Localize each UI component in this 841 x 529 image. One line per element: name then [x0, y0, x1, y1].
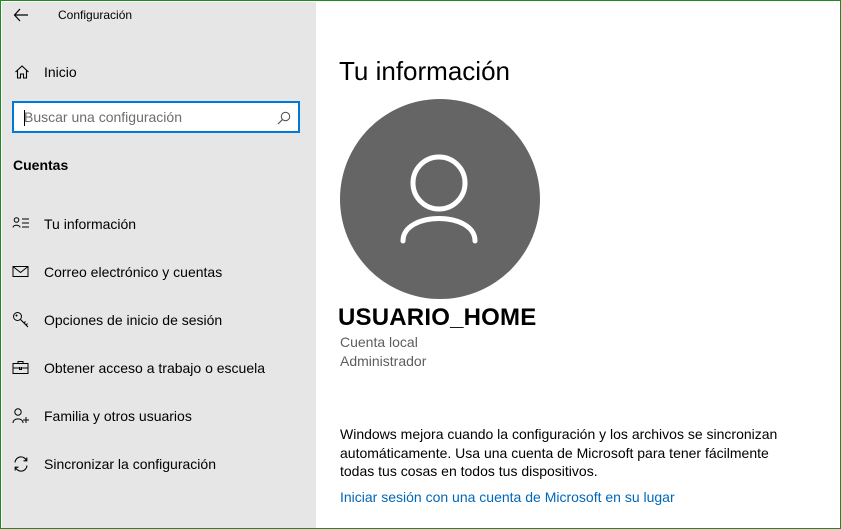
sidebar-item-your-info[interactable]: Tu información	[2, 206, 316, 254]
user-avatar-icon	[400, 154, 478, 244]
sidebar-item-label: Opciones de inicio de sesión	[44, 312, 223, 328]
app-title: Configuración	[58, 8, 133, 22]
sidebar-item-label: Familia y otros usuarios	[44, 408, 192, 424]
sidebar-item-email-accounts[interactable]: Correo electrónico y cuentas	[2, 254, 316, 302]
main-content: Tu información USUARIO_HOME Cuenta local…	[316, 2, 839, 527]
microsoft-sign-in-link[interactable]: Iniciar sesión con una cuenta de Microso…	[340, 489, 675, 505]
sync-info-text: Windows mejora cuando la configuración y…	[340, 426, 778, 479]
search-input[interactable]	[14, 104, 264, 130]
avatar	[340, 99, 540, 299]
username: USUARIO_HOME	[338, 304, 537, 331]
nav-list: Tu información Correo electrónico y cuen…	[2, 206, 316, 494]
sidebar: Configuración Inicio Cuentas	[2, 2, 316, 528]
sidebar-item-label: Obtener acceso a trabajo o escuela	[44, 360, 266, 376]
sidebar-item-label: Correo electrónico y cuentas	[44, 264, 223, 280]
sidebar-item-label: Tu información	[44, 216, 137, 232]
settings-window: Configuración Inicio Cuentas	[0, 0, 841, 529]
add-person-icon	[12, 408, 29, 424]
search-box[interactable]	[12, 101, 300, 133]
sidebar-item-sync-settings[interactable]: Sincronizar la configuración	[2, 446, 316, 494]
sidebar-item-work-school[interactable]: Obtener acceso a trabajo o escuela	[2, 350, 316, 398]
home-icon	[15, 65, 29, 79]
sidebar-item-home[interactable]: Inicio	[2, 58, 316, 86]
sidebar-item-label: Sincronizar la configuración	[44, 456, 216, 472]
sidebar-item-sign-in-options[interactable]: Opciones de inicio de sesión	[2, 302, 316, 350]
mail-icon	[12, 266, 29, 277]
sync-icon	[14, 456, 28, 472]
sidebar-item-label: Inicio	[44, 64, 77, 80]
back-arrow-icon	[13, 8, 28, 22]
account-type: Cuenta local	[340, 334, 418, 350]
search-icon[interactable]	[277, 111, 291, 125]
section-title: Cuentas	[13, 157, 69, 173]
briefcase-icon	[12, 361, 29, 374]
titlebar: Configuración	[2, 2, 316, 28]
text-cursor	[24, 110, 25, 126]
account-role: Administrador	[340, 353, 427, 369]
back-button[interactable]	[10, 5, 32, 25]
page-title: Tu información	[339, 56, 510, 86]
key-icon	[13, 312, 29, 328]
person-card-icon	[12, 217, 29, 228]
sidebar-item-family-users[interactable]: Familia y otros usuarios	[2, 398, 316, 446]
